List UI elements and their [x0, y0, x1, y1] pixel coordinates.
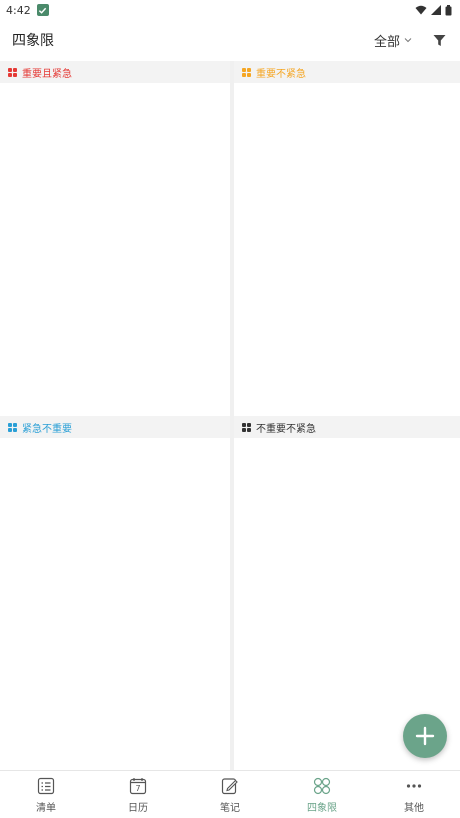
filter-dropdown[interactable]: 全部: [374, 31, 412, 50]
quadrant-task-list: [0, 438, 230, 770]
nav-item-quadrant[interactable]: 四象限: [276, 771, 368, 818]
quadrant-label: 紧急不重要: [22, 423, 72, 435]
quadrant-grid-icon: [242, 67, 251, 77]
nav-item-label: 其他: [404, 802, 424, 814]
nav-item-label: 清单: [36, 802, 56, 814]
quadrant-header: 不重要不紧急: [234, 416, 460, 438]
more-icon: [404, 776, 424, 796]
status-bar: 4:42: [0, 0, 460, 20]
filter-icon[interactable]: [430, 31, 448, 49]
quadrant-header: 紧急不重要: [0, 416, 230, 438]
plus-icon: [415, 726, 435, 746]
quadrant-icon: [312, 776, 332, 796]
nav-item-notes[interactable]: 笔记: [184, 771, 276, 818]
check-notification-icon: [36, 4, 49, 16]
quadrant-label: 不重要不紧急: [256, 423, 316, 435]
quadrant-urgent-not-important[interactable]: 紧急不重要: [0, 416, 230, 770]
chevron-down-icon: [404, 38, 412, 43]
quadrant-divider: [230, 61, 234, 770]
quadrant-task-list: [234, 83, 460, 416]
quadrant-grid-icon: [242, 422, 251, 432]
quadrant-label: 重要且紧急: [22, 68, 72, 80]
quadrant-grid-icon: [8, 67, 17, 77]
battery-icon: [445, 4, 452, 15]
quadrant-important-urgent[interactable]: 重要且紧急: [0, 61, 230, 416]
nav-item-label: 四象限: [307, 802, 337, 814]
filter-dropdown-label: 全部: [373, 34, 400, 50]
quadrant-label: 重要不紧急: [256, 68, 306, 80]
calendar-icon: 7: [128, 776, 148, 796]
quadrant-important-not-urgent[interactable]: 重要不紧急: [234, 61, 460, 416]
nav-item-label: 日历: [128, 802, 148, 814]
page-title: 四象限: [12, 33, 54, 49]
quadrant-grid-icon: [8, 422, 17, 432]
nav-item-more[interactable]: 其他: [368, 771, 460, 818]
quadrant-task-list: [0, 83, 230, 416]
status-time: 4:42: [6, 3, 31, 17]
signal-icon: [431, 5, 441, 15]
wifi-icon: [415, 5, 427, 15]
app-bar: 四象限 全部: [0, 20, 460, 60]
nav-item-label: 笔记: [220, 802, 240, 814]
note-icon: [220, 776, 240, 796]
list-icon: [36, 776, 56, 796]
nav-item-list[interactable]: 清单: [0, 771, 92, 818]
bottom-nav: 清单 7 日历 笔记 四象限 其他: [0, 770, 460, 818]
add-task-button[interactable]: [403, 714, 447, 758]
quadrant-header: 重要且紧急: [0, 61, 230, 83]
calendar-day: 7: [135, 784, 140, 793]
nav-item-calendar[interactable]: 7 日历: [92, 771, 184, 818]
quadrant-header: 重要不紧急: [234, 61, 460, 83]
